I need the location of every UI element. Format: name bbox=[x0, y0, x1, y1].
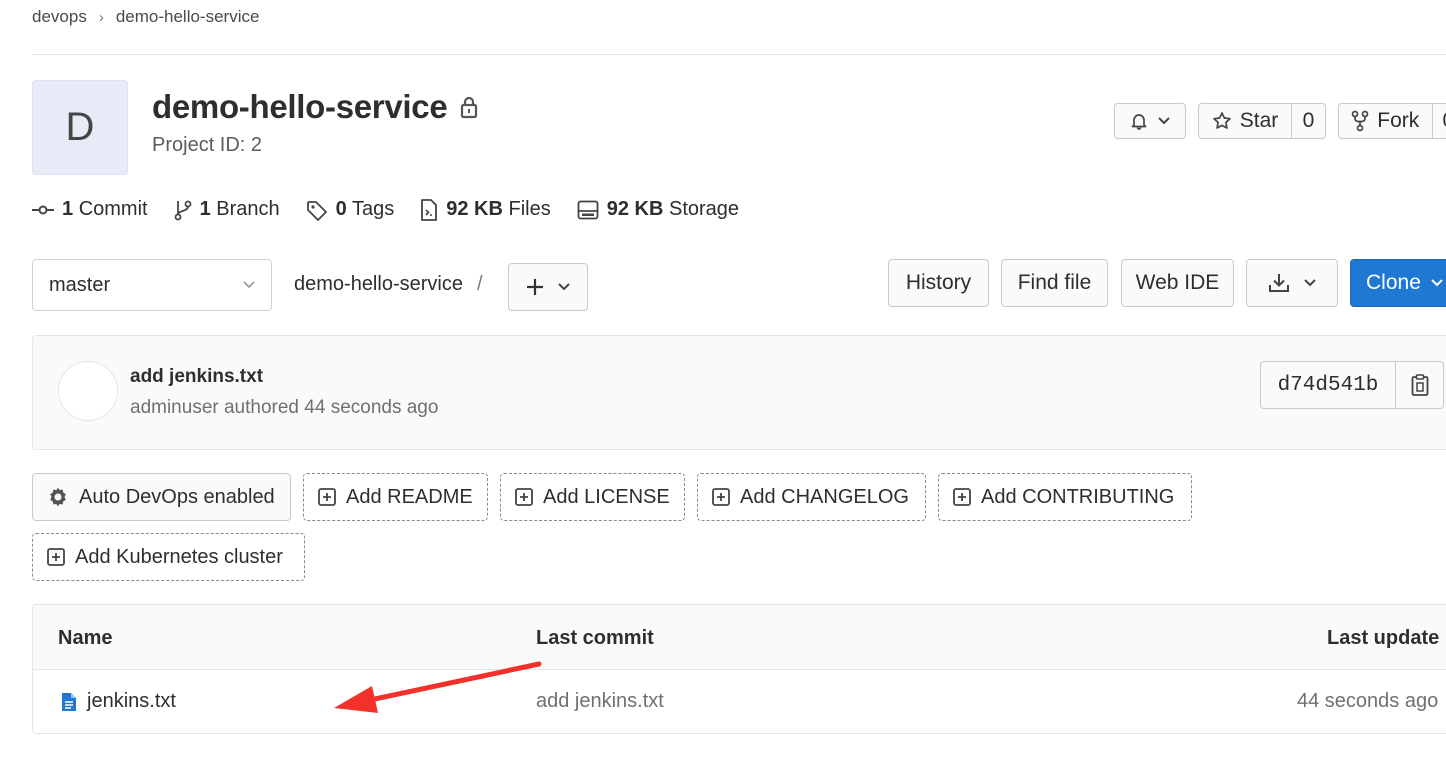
add-kubernetes-cluster-button[interactable]: Add Kubernetes cluster bbox=[32, 533, 305, 581]
gear-icon bbox=[47, 486, 69, 508]
storage-icon bbox=[577, 200, 599, 220]
stat-tags-value: 0 bbox=[335, 198, 347, 220]
find-file-button[interactable]: Find file bbox=[1001, 259, 1108, 307]
commit-sha[interactable]: d74d541b bbox=[1261, 362, 1395, 408]
stat-files[interactable]: 92 KB Files bbox=[420, 198, 551, 221]
copy-sha-button[interactable] bbox=[1395, 362, 1443, 408]
chevron-down-icon bbox=[1431, 279, 1443, 287]
download-icon bbox=[1268, 273, 1290, 293]
add-readme-button[interactable]: Add README bbox=[303, 473, 488, 521]
stat-files-label: Files bbox=[508, 198, 551, 220]
stat-commits-label: Commit bbox=[78, 198, 148, 220]
plus-square-icon bbox=[953, 488, 971, 506]
download-dropdown[interactable] bbox=[1246, 259, 1338, 307]
star-label: Star bbox=[1239, 109, 1279, 132]
breadcrumb-separator: › bbox=[98, 8, 104, 26]
clipboard-icon bbox=[1411, 374, 1429, 396]
stat-storage-value: 92 KB bbox=[606, 198, 664, 220]
file-name-link[interactable]: jenkins.txt bbox=[87, 690, 176, 713]
repo-path-root[interactable]: demo-hello-service bbox=[294, 273, 463, 296]
lock-icon bbox=[459, 95, 479, 119]
last-commit-panel bbox=[32, 335, 1446, 450]
column-header-last-commit: Last commit bbox=[536, 627, 654, 649]
fork-button-group: Fork 0 bbox=[1338, 103, 1446, 139]
web-ide-button[interactable]: Web IDE bbox=[1121, 259, 1234, 307]
notification-dropdown[interactable] bbox=[1114, 103, 1186, 139]
plus-square-icon bbox=[712, 488, 730, 506]
column-header-last-update: Last update bbox=[1327, 627, 1440, 649]
plus-square-icon bbox=[47, 548, 65, 566]
repo-path: demo-hello-service / bbox=[294, 273, 483, 296]
breadcrumb-project-link[interactable]: demo-hello-service bbox=[116, 7, 260, 27]
chevron-down-icon bbox=[243, 281, 255, 289]
auto-devops-label: Auto DevOps enabled bbox=[79, 485, 275, 508]
tag-icon bbox=[306, 199, 328, 221]
add-changelog-button[interactable]: Add CHANGELOG bbox=[697, 473, 926, 521]
project-name: demo-hello-service bbox=[152, 88, 448, 125]
commit-author-line: adminuser authored 44 seconds ago bbox=[130, 397, 439, 418]
stat-branches-label: Branch bbox=[216, 198, 280, 220]
commit-title-link[interactable]: add jenkins.txt bbox=[130, 366, 263, 388]
path-separator: / bbox=[476, 273, 483, 295]
add-contributing-label: Add CONTRIBUTING bbox=[981, 485, 1175, 508]
stat-tags[interactable]: 0 Tags bbox=[306, 198, 395, 221]
add-to-tree-dropdown[interactable] bbox=[508, 263, 588, 311]
stat-storage[interactable]: 92 KB Storage bbox=[577, 198, 739, 221]
chevron-down-icon bbox=[558, 283, 570, 291]
star-icon bbox=[1212, 111, 1232, 131]
fork-button[interactable]: Fork bbox=[1339, 104, 1432, 138]
breadcrumb-group-link[interactable]: devops bbox=[32, 7, 87, 27]
stat-files-value: 92 KB bbox=[446, 198, 503, 220]
stat-branches[interactable]: 1 Branch bbox=[174, 198, 280, 221]
add-changelog-label: Add CHANGELOG bbox=[740, 485, 909, 508]
star-count[interactable]: 0 bbox=[1291, 104, 1325, 138]
file-icon bbox=[420, 198, 438, 221]
stat-storage-label: Storage bbox=[668, 198, 740, 220]
add-license-label: Add LICENSE bbox=[543, 485, 670, 508]
branch-name: master bbox=[49, 273, 111, 296]
auto-devops-button[interactable]: Auto DevOps enabled bbox=[32, 473, 291, 521]
add-license-button[interactable]: Add LICENSE bbox=[500, 473, 685, 521]
column-header-name: Name bbox=[58, 627, 113, 649]
star-button-group: Star 0 bbox=[1198, 103, 1326, 139]
stat-tags-label: Tags bbox=[351, 198, 395, 220]
stat-commits-value: 1 bbox=[62, 198, 74, 220]
project-id: Project ID: 2 bbox=[152, 134, 263, 156]
file-tree-table: Name Last commit Last update jenkins.txt… bbox=[32, 604, 1446, 734]
history-button[interactable]: History bbox=[888, 259, 989, 307]
plus-square-icon bbox=[515, 488, 533, 506]
add-kubernetes-cluster-label: Add Kubernetes cluster bbox=[75, 545, 283, 568]
file-last-commit-link[interactable]: add jenkins.txt bbox=[536, 690, 664, 713]
clone-label: Clone bbox=[1366, 271, 1421, 294]
commit-sha-group: d74d541b bbox=[1260, 361, 1444, 409]
project-title: demo-hello-service bbox=[152, 88, 479, 126]
breadcrumb-divider bbox=[32, 54, 1446, 55]
file-icon bbox=[61, 692, 77, 712]
table-header: Name Last commit Last update bbox=[33, 605, 1446, 670]
star-button[interactable]: Star bbox=[1199, 104, 1291, 138]
fork-count[interactable]: 0 bbox=[1431, 104, 1446, 138]
chevron-down-icon bbox=[1304, 279, 1316, 287]
project-stats: 1 Commit 1 Branch 0 Tags 92 KB Files 92 … bbox=[32, 198, 739, 221]
file-last-update: 44 seconds ago bbox=[1297, 690, 1439, 712]
add-contributing-button[interactable]: Add CONTRIBUTING bbox=[938, 473, 1192, 521]
stat-commits[interactable]: 1 Commit bbox=[32, 198, 148, 221]
commit-icon bbox=[32, 204, 54, 216]
annotation-arrow bbox=[330, 660, 544, 716]
bell-icon bbox=[1130, 112, 1148, 130]
avatar[interactable] bbox=[58, 361, 118, 421]
branch-selector[interactable]: master bbox=[32, 259, 272, 311]
stat-branches-value: 1 bbox=[199, 198, 211, 220]
breadcrumb: devops › demo-hello-service bbox=[32, 7, 259, 27]
project-avatar: D bbox=[32, 80, 128, 175]
branch-icon bbox=[174, 199, 192, 221]
clone-dropdown[interactable]: Clone bbox=[1350, 259, 1446, 307]
chevron-down-icon bbox=[1158, 117, 1170, 125]
fork-icon bbox=[1351, 110, 1369, 132]
plus-square-icon bbox=[318, 488, 336, 506]
file-name-cell[interactable]: jenkins.txt bbox=[61, 690, 176, 713]
fork-label: Fork bbox=[1377, 109, 1420, 132]
plus-icon bbox=[526, 278, 544, 296]
add-readme-label: Add README bbox=[346, 485, 473, 508]
